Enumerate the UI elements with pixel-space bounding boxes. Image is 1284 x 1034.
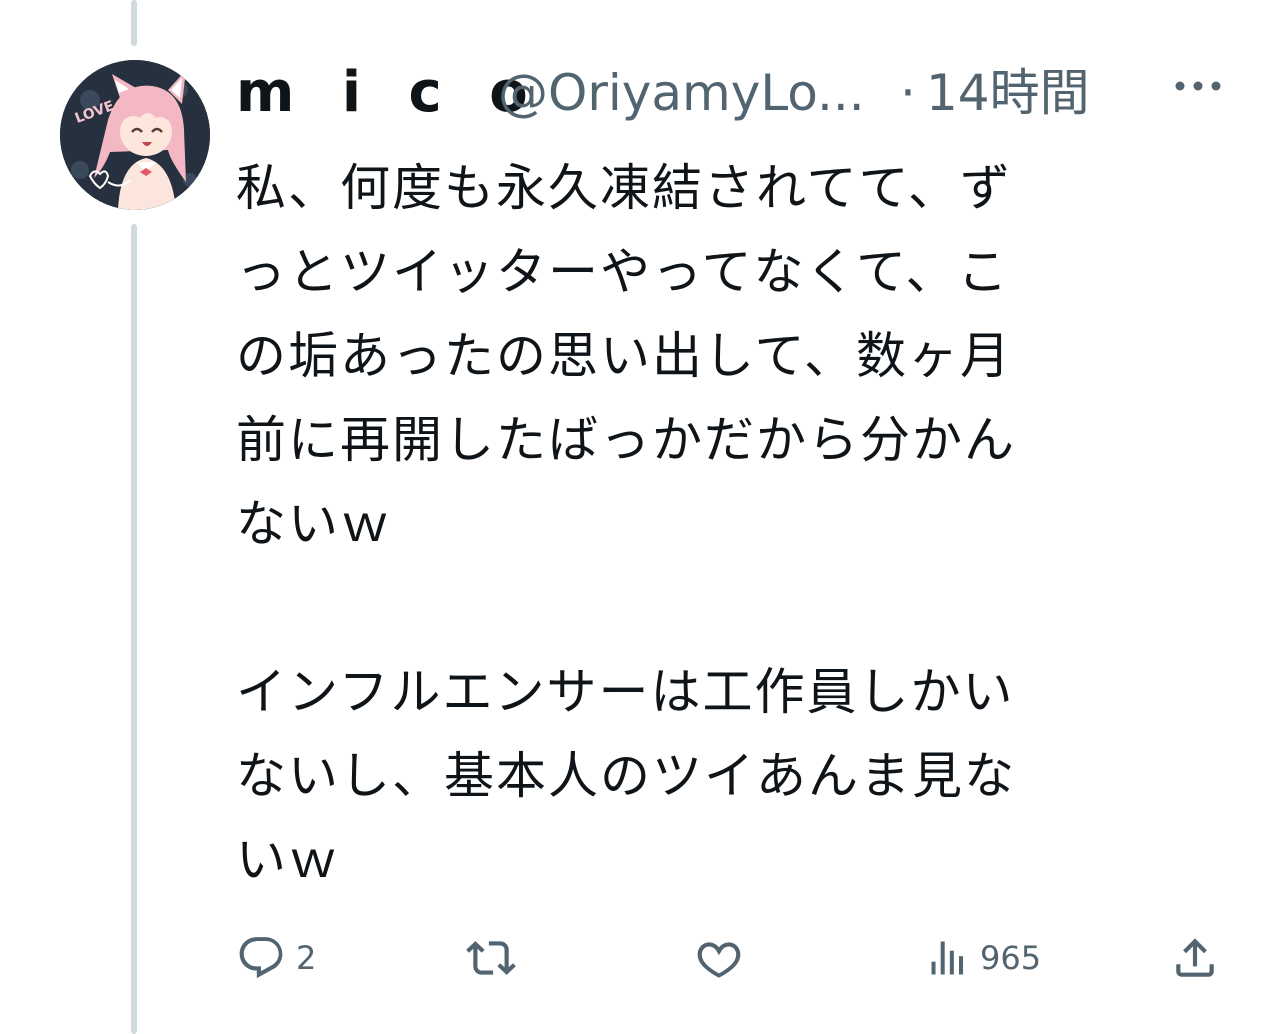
share-upload-icon [1176,938,1214,977]
like-button[interactable] [694,930,754,986]
tweet-text: 私、何度も永久凍結されてて、ず っとツイッターやってなくて、こ の垢あったの思い… [236,159,1016,889]
user-handle[interactable]: @OriyamyLo... [498,58,865,128]
timestamp[interactable]: 14時間 [926,58,1090,128]
avatar-image: LOVE [60,60,210,210]
thread-line-top [131,0,137,46]
retweet-button[interactable] [466,930,526,986]
avatar[interactable]: LOVE [60,60,210,210]
separator-dot: · [900,64,916,122]
reply-count: 2 [296,939,317,977]
view-count: 965 [980,939,1042,977]
tweet-header: m i c o @OriyamyLo... · 14時間 [236,58,1236,128]
views-bar-chart-icon [931,941,964,975]
thread-line-bottom [131,224,137,1034]
more-options-button[interactable] [1170,66,1226,106]
retweet-icon [466,941,516,975]
more-dots-icon [1175,81,1221,91]
reply-button[interactable]: 2 [236,930,316,986]
reply-bubble-icon [239,937,283,979]
heart-icon [697,942,741,978]
display-name[interactable]: m i c o [236,58,542,128]
share-button[interactable] [1170,930,1220,986]
views-button[interactable]: 965 [926,930,1041,986]
action-bar: 2 965 [0,930,1284,986]
